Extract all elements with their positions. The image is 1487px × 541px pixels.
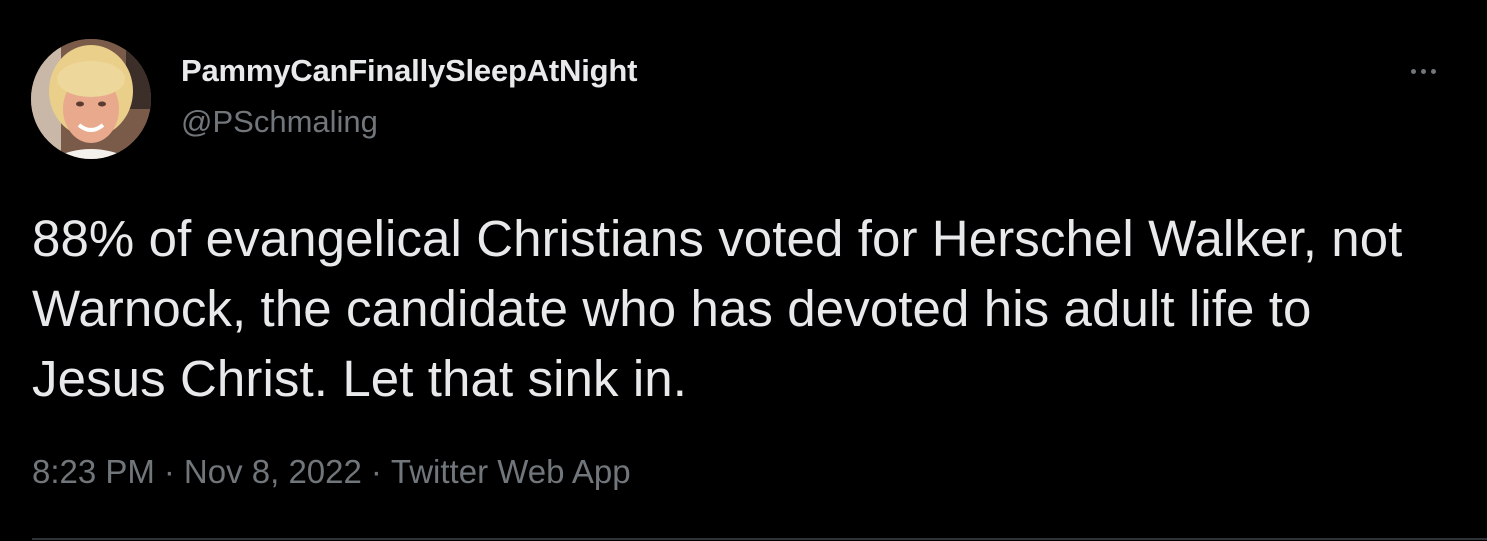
tweet: PammyCanFinallySleepAtNight @PSchmaling …: [0, 0, 1487, 541]
tweet-meta: 8:23 PM · Nov 8, 2022 · Twitter Web App: [32, 450, 631, 494]
tweet-time[interactable]: 8:23 PM: [32, 453, 155, 490]
more-horizontal-icon-dot: [1430, 68, 1436, 74]
avatar-image: [31, 39, 151, 159]
more-horizontal-icon: [1410, 68, 1416, 74]
author-block: PammyCanFinallySleepAtNight @PSchmaling: [181, 52, 637, 141]
display-name[interactable]: PammyCanFinallySleepAtNight: [181, 52, 637, 90]
avatar[interactable]: [31, 39, 151, 159]
tweet-source[interactable]: Twitter Web App: [391, 453, 631, 490]
tweet-date[interactable]: Nov 8, 2022: [184, 453, 362, 490]
meta-separator: ·: [163, 453, 175, 490]
more-horizontal-icon-dot: [1420, 68, 1426, 74]
tweet-text: 88% of evangelical Christians voted for …: [32, 210, 1403, 407]
meta-separator: ·: [370, 453, 382, 490]
user-handle[interactable]: @PSchmaling: [181, 103, 637, 141]
more-options-button[interactable]: [1403, 56, 1443, 86]
divider: [32, 538, 1487, 540]
